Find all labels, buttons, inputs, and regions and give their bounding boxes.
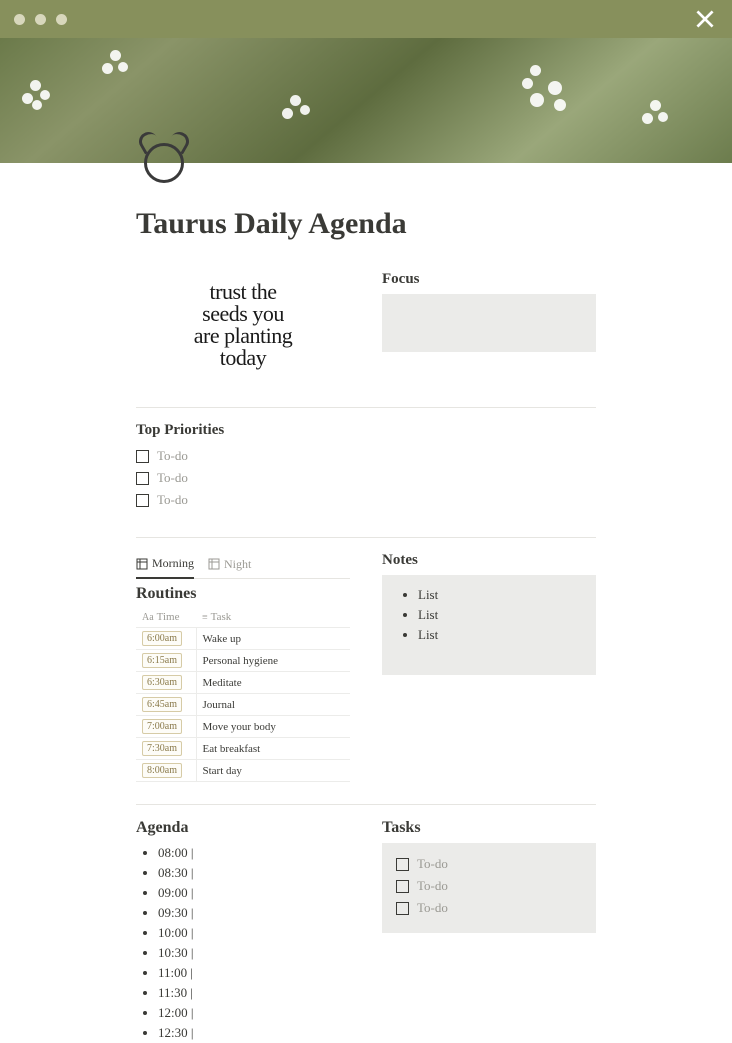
checkbox-icon[interactable] bbox=[396, 858, 409, 871]
time-chip: 6:45am bbox=[142, 697, 182, 712]
task-cell: Wake up bbox=[196, 628, 350, 650]
checkbox-icon[interactable] bbox=[136, 494, 149, 507]
task-cell: Eat breakfast bbox=[196, 738, 350, 760]
agenda-label: Agenda bbox=[136, 819, 350, 837]
tab-night[interactable]: Night bbox=[208, 552, 251, 578]
tasks-label: Tasks bbox=[382, 819, 596, 837]
col-time[interactable]: AаTime bbox=[136, 607, 196, 628]
col-task[interactable]: ≡Task bbox=[196, 607, 350, 628]
table-row[interactable]: 7:00am Move your body bbox=[136, 716, 350, 738]
todo-item[interactable]: To-do bbox=[136, 467, 596, 489]
todo-label: To-do bbox=[417, 900, 448, 916]
todo-item[interactable]: To-do bbox=[396, 853, 582, 875]
divider bbox=[136, 537, 596, 538]
table-row[interactable]: 6:30am Meditate bbox=[136, 672, 350, 694]
list-item[interactable]: List bbox=[418, 585, 582, 605]
notes-label: Notes bbox=[382, 552, 596, 569]
table-icon bbox=[208, 558, 220, 570]
time-chip: 8:00am bbox=[142, 763, 182, 778]
task-cell: Personal hygiene bbox=[196, 650, 350, 672]
tasks-box[interactable]: To-do To-do To-do bbox=[382, 843, 596, 933]
focus-input-area[interactable] bbox=[382, 294, 596, 352]
time-chip: 6:00am bbox=[142, 631, 182, 646]
task-cell: Move your body bbox=[196, 716, 350, 738]
time-chip: 6:15am bbox=[142, 653, 182, 668]
cover-image bbox=[0, 38, 732, 163]
divider bbox=[136, 407, 596, 408]
priorities-list: To-do To-do To-do bbox=[136, 445, 596, 511]
checkbox-icon[interactable] bbox=[396, 880, 409, 893]
list-item[interactable]: 08:00 | bbox=[158, 843, 350, 863]
list-item[interactable]: 08:30 | bbox=[158, 863, 350, 883]
close-icon[interactable] bbox=[692, 6, 718, 32]
todo-label: To-do bbox=[417, 878, 448, 894]
task-cell: Journal bbox=[196, 694, 350, 716]
routines-tabs: Morning Night bbox=[136, 552, 350, 579]
task-cell: Meditate bbox=[196, 672, 350, 694]
table-row[interactable]: 6:45am Journal bbox=[136, 694, 350, 716]
window-controls bbox=[14, 14, 67, 25]
list-item[interactable]: 09:00 | bbox=[158, 883, 350, 903]
table-row[interactable]: 8:00am Start day bbox=[136, 760, 350, 782]
checkbox-icon[interactable] bbox=[396, 902, 409, 915]
checkbox-icon[interactable] bbox=[136, 450, 149, 463]
window-dot[interactable] bbox=[14, 14, 25, 25]
notes-list: List List List bbox=[396, 585, 582, 645]
table-row[interactable]: 7:30am Eat breakfast bbox=[136, 738, 350, 760]
list-item[interactable]: List bbox=[418, 625, 582, 645]
list-item[interactable]: 12:30 | bbox=[158, 1023, 350, 1043]
page-title: Taurus Daily Agenda bbox=[136, 163, 596, 271]
divider bbox=[136, 804, 596, 805]
table-icon bbox=[136, 558, 148, 570]
quote-block: trust the seeds you are planting today bbox=[136, 271, 350, 387]
time-chip: 7:00am bbox=[142, 719, 182, 734]
agenda-list: 08:00 |08:30 |09:00 |09:30 |10:00 |10:30… bbox=[136, 843, 350, 1043]
todo-item[interactable]: To-do bbox=[396, 897, 582, 919]
list-item[interactable]: List bbox=[418, 605, 582, 625]
time-chip: 6:30am bbox=[142, 675, 182, 690]
window-dot[interactable] bbox=[56, 14, 67, 25]
tab-morning[interactable]: Morning bbox=[136, 552, 194, 579]
todo-label: To-do bbox=[157, 492, 188, 508]
time-chip: 7:30am bbox=[142, 741, 182, 756]
table-row[interactable]: 6:15am Personal hygiene bbox=[136, 650, 350, 672]
routines-heading: Routines bbox=[136, 579, 350, 607]
table-row[interactable]: 6:00am Wake up bbox=[136, 628, 350, 650]
todo-label: To-do bbox=[157, 448, 188, 464]
priorities-label: Top Priorities bbox=[136, 422, 596, 439]
list-item[interactable]: 09:30 | bbox=[158, 903, 350, 923]
list-item[interactable]: 11:00 | bbox=[158, 963, 350, 983]
todo-label: To-do bbox=[157, 470, 188, 486]
todo-item[interactable]: To-do bbox=[396, 875, 582, 897]
list-item[interactable]: 12:00 | bbox=[158, 1003, 350, 1023]
list-item[interactable]: 10:30 | bbox=[158, 943, 350, 963]
routines-table: AаTime ≡Task 6:00am Wake up 6:15am Personal… bbox=[136, 607, 350, 782]
list-item[interactable]: 10:00 | bbox=[158, 923, 350, 943]
todo-item[interactable]: To-do bbox=[136, 445, 596, 467]
window-dot[interactable] bbox=[35, 14, 46, 25]
focus-label: Focus bbox=[382, 271, 596, 288]
window-titlebar bbox=[0, 0, 732, 38]
task-cell: Start day bbox=[196, 760, 350, 782]
page-icon-taurus[interactable] bbox=[136, 135, 192, 191]
checkbox-icon[interactable] bbox=[136, 472, 149, 485]
notes-box[interactable]: List List List bbox=[382, 575, 596, 675]
todo-item[interactable]: To-do bbox=[136, 489, 596, 511]
list-item[interactable]: 11:30 | bbox=[158, 983, 350, 1003]
todo-label: To-do bbox=[417, 856, 448, 872]
